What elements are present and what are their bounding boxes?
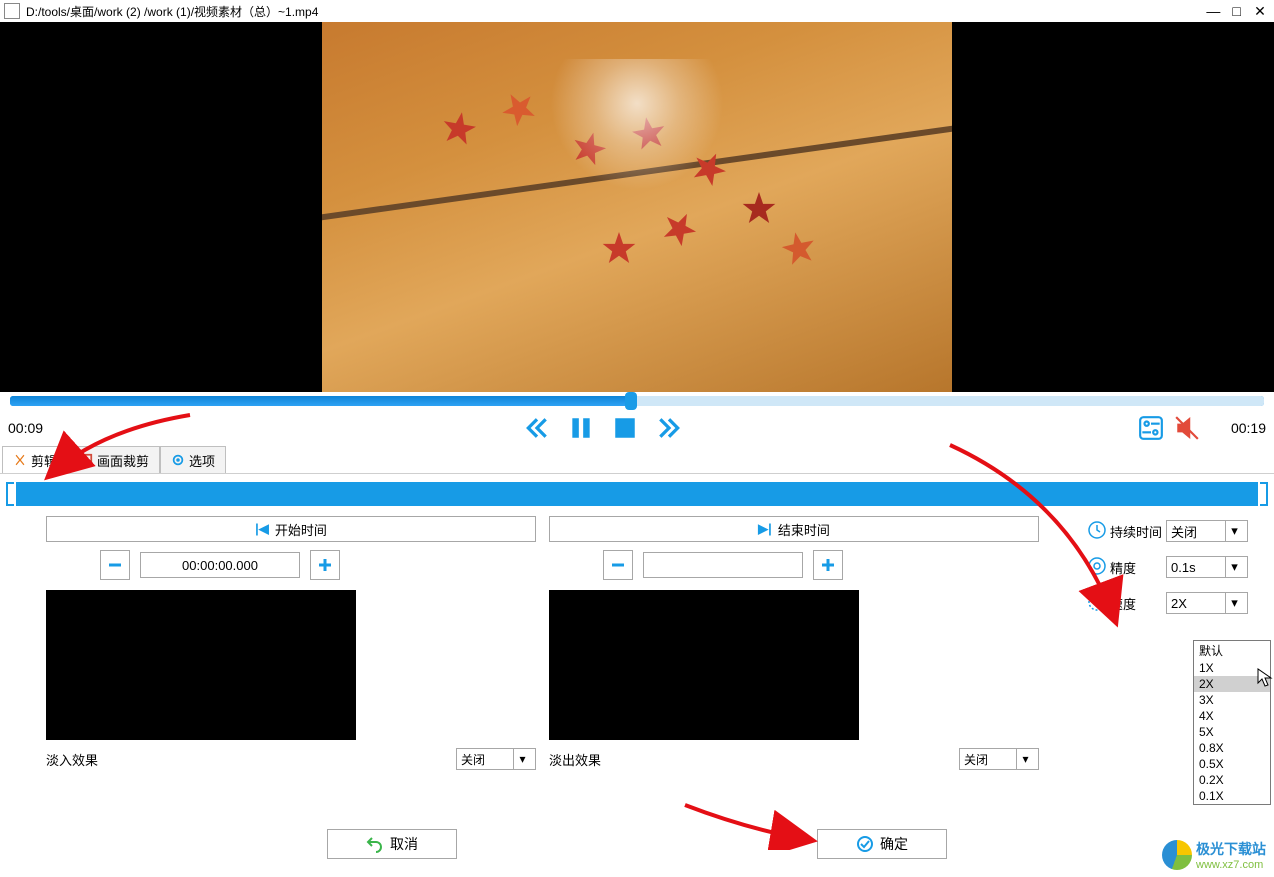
fade-in-label: 淡入效果 (46, 750, 456, 769)
speed-option[interactable]: 0.1X (1194, 788, 1270, 804)
chevron-down-icon: ▾ (1225, 593, 1243, 613)
annotation-arrow (940, 440, 1140, 640)
end-marker-icon: ▶| (758, 521, 772, 537)
rewind-button[interactable] (524, 415, 550, 441)
start-marker-icon: |◀ (255, 521, 269, 537)
undo-icon (366, 835, 384, 853)
pause-button[interactable] (568, 415, 594, 441)
chevron-down-icon: ▾ (1225, 521, 1243, 541)
speed-option[interactable]: 5X (1194, 724, 1270, 740)
clip-right-handle[interactable] (1260, 482, 1268, 506)
cancel-button[interactable]: 取消 (327, 829, 457, 859)
precision-select[interactable]: 0.1s ▾ (1166, 556, 1248, 578)
close-button[interactable]: ✕ (1250, 3, 1270, 20)
end-time-input[interactable] (643, 552, 803, 578)
chevron-down-icon: ▾ (1225, 557, 1243, 577)
progress-bar[interactable] (0, 392, 1274, 410)
video-preview (0, 22, 1274, 392)
speed-dropdown[interactable]: 默认 1X 2X 3X 4X 5X 0.8X 0.5X 0.2X 0.1X (1193, 640, 1271, 805)
time-total: 00:19 (1206, 420, 1266, 436)
fade-in-select[interactable]: 关闭 ▾ (456, 748, 536, 770)
scissors-icon (13, 453, 27, 467)
annotation-arrow (40, 410, 200, 490)
speed-option[interactable]: 0.2X (1194, 772, 1270, 788)
check-circle-icon (856, 835, 874, 853)
mute-icon[interactable] (1174, 415, 1200, 441)
start-minus-button[interactable] (100, 550, 130, 580)
speed-option[interactable]: 4X (1194, 708, 1270, 724)
end-plus-button[interactable] (813, 550, 843, 580)
chevron-down-icon: ▾ (1016, 749, 1034, 769)
speed-option[interactable]: 0.5X (1194, 756, 1270, 772)
speed-select[interactable]: 2X ▾ (1166, 592, 1248, 614)
speed-option[interactable]: 0.8X (1194, 740, 1270, 756)
minimize-button[interactable]: — (1203, 3, 1223, 19)
fade-out-select[interactable]: 关闭 ▾ (959, 748, 1039, 770)
speed-option[interactable]: 3X (1194, 692, 1270, 708)
chevron-down-icon: ▾ (513, 749, 531, 769)
stop-button[interactable] (612, 415, 638, 441)
start-time-input[interactable] (140, 552, 300, 578)
speed-option[interactable]: 默认 (1194, 641, 1270, 660)
end-preview-thumb (549, 590, 859, 740)
forward-button[interactable] (656, 415, 682, 441)
start-plus-button[interactable] (310, 550, 340, 580)
titlebar: D:/tools/桌面/work (2) /work (1)/视频素材（总）~1… (0, 0, 1274, 22)
annotation-arrow (680, 800, 830, 850)
duration-select[interactable]: 关闭 ▾ (1166, 520, 1248, 542)
mouse-cursor (1257, 668, 1273, 688)
fade-out-label: 淡出效果 (549, 750, 959, 769)
start-preview-thumb (46, 590, 356, 740)
maximize-button[interactable]: □ (1227, 3, 1247, 19)
clip-left-handle[interactable] (6, 482, 14, 506)
watermark-logo: 极光下载站 www.xz7.com (1162, 839, 1266, 871)
video-frame (322, 22, 952, 392)
app-icon (4, 3, 20, 19)
end-minus-button[interactable] (603, 550, 633, 580)
window-title: D:/tools/桌面/work (2) /work (1)/视频素材（总）~1… (26, 3, 1203, 20)
ok-button[interactable]: 确定 (817, 829, 947, 859)
progress-thumb[interactable] (625, 392, 637, 410)
settings-icon[interactable] (1138, 415, 1164, 441)
start-time-button[interactable]: |◀ 开始时间 (46, 516, 536, 542)
logo-swirl-icon (1162, 840, 1192, 870)
